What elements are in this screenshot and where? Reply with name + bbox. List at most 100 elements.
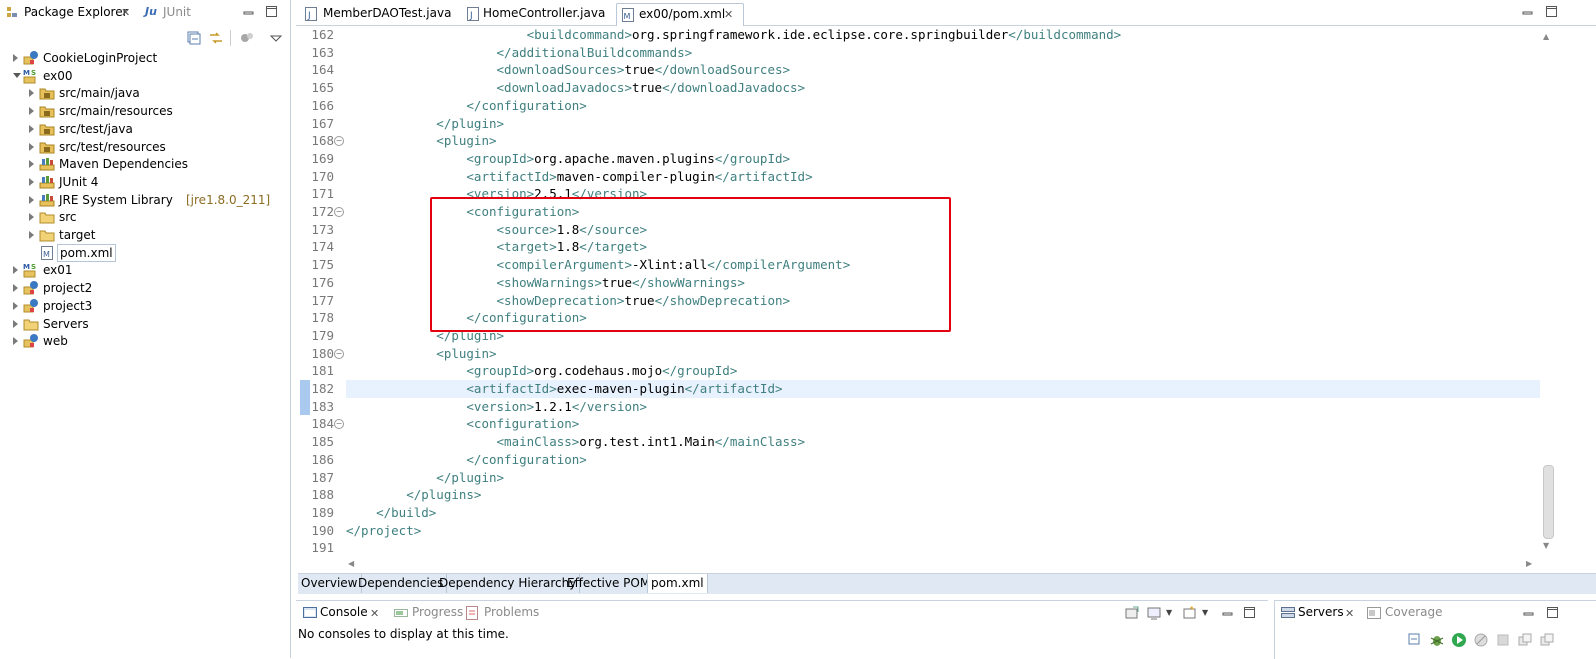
collapse-all-icon[interactable] bbox=[1407, 632, 1423, 648]
tree-item[interactable]: Mpom.xml bbox=[26, 243, 296, 262]
scroll-down-icon[interactable]: ▼ bbox=[1543, 541, 1549, 550]
tab-pom-xml[interactable]: pom.xml bbox=[647, 574, 708, 593]
collapsed-arrow-icon[interactable] bbox=[13, 301, 18, 310]
code-line[interactable]: <plugin> bbox=[346, 132, 496, 150]
tree-item[interactable]: src/main/java bbox=[26, 84, 296, 102]
tab-close-icon[interactable]: ✕ bbox=[724, 4, 733, 25]
tree-item[interactable]: Maven Dependencies bbox=[26, 155, 296, 173]
tab-package-explorer[interactable]: Package Explorer bbox=[24, 5, 128, 19]
profile-server-icon[interactable] bbox=[1473, 632, 1489, 648]
code-line[interactable]: <groupId>org.codehaus.mojo</groupId> bbox=[346, 362, 737, 380]
fold-toggle-icon[interactable]: − bbox=[334, 207, 344, 217]
tree-item[interactable]: Servers bbox=[10, 315, 280, 333]
tab-console[interactable]: Console bbox=[320, 605, 368, 619]
code-line[interactable]: </plugin> bbox=[346, 469, 504, 487]
dropdown-arrow-icon[interactable]: ▼ bbox=[1166, 608, 1172, 617]
minimize-icon[interactable] bbox=[1222, 609, 1233, 620]
collapsed-arrow-icon[interactable] bbox=[29, 142, 34, 151]
tree-item[interactable]: project3 bbox=[10, 297, 280, 315]
scroll-left-icon[interactable]: ◀ bbox=[348, 559, 354, 568]
collapsed-arrow-icon[interactable] bbox=[13, 266, 18, 275]
debug-server-icon[interactable] bbox=[1429, 632, 1445, 648]
tree-item[interactable]: CookieLoginProject bbox=[10, 49, 280, 67]
dropdown-arrow-icon[interactable]: ▼ bbox=[1202, 608, 1208, 617]
tree-item[interactable]: src/test/java bbox=[26, 120, 296, 138]
maximize-icon[interactable] bbox=[266, 6, 277, 17]
code-line[interactable]: <buildcommand>org.springframework.ide.ec… bbox=[346, 26, 1122, 44]
display-console-icon[interactable] bbox=[1146, 605, 1162, 621]
code-line[interactable]: </plugin> bbox=[346, 115, 504, 133]
code-line[interactable]: </project> bbox=[346, 522, 421, 540]
fold-toggle-icon[interactable]: − bbox=[334, 348, 344, 359]
vertical-scrollbar-thumb[interactable] bbox=[1543, 465, 1554, 539]
publish-icon[interactable] bbox=[1517, 632, 1533, 648]
minimize-icon[interactable] bbox=[243, 8, 254, 19]
tab-dependencies[interactable]: Dependencies bbox=[355, 574, 448, 593]
code-line[interactable]: <artifactId>maven-compiler-plugin</artif… bbox=[346, 168, 812, 186]
tree-item[interactable]: web bbox=[10, 332, 280, 350]
code-line[interactable]: <configuration> bbox=[346, 415, 579, 433]
code-line[interactable]: </configuration> bbox=[346, 97, 586, 115]
code-line[interactable]: </configuration> bbox=[346, 451, 586, 469]
code-line[interactable]: </build> bbox=[346, 504, 436, 522]
tab-coverage[interactable]: Coverage bbox=[1385, 605, 1443, 619]
code-line[interactable]: <groupId>org.apache.maven.plugins</group… bbox=[346, 150, 790, 168]
tab-close-icon[interactable]: ✕ bbox=[370, 607, 379, 620]
tab-servers[interactable]: Servers bbox=[1298, 605, 1344, 619]
collapsed-arrow-icon[interactable] bbox=[29, 160, 34, 169]
collapse-all-icon[interactable] bbox=[186, 30, 202, 46]
code-line[interactable]: </plugins> bbox=[346, 486, 481, 504]
code-line[interactable]: <downloadSources>true</downloadSources> bbox=[346, 61, 791, 79]
pin-console-icon[interactable] bbox=[1124, 605, 1140, 621]
collapsed-arrow-icon[interactable] bbox=[29, 231, 34, 239]
tree-item[interactable]: JUnit 4 bbox=[26, 173, 296, 191]
code-line[interactable]: <plugin> bbox=[346, 345, 496, 363]
collapsed-arrow-icon[interactable] bbox=[29, 195, 34, 204]
horizontal-scrollbar[interactable]: ◀ ▶ bbox=[346, 559, 1540, 571]
tab-junit[interactable]: JUnit bbox=[163, 5, 191, 19]
open-console-icon[interactable] bbox=[1182, 605, 1198, 621]
tree-item[interactable]: project2 bbox=[10, 279, 280, 297]
tree-item[interactable]: target bbox=[26, 226, 296, 244]
expanded-arrow-icon[interactable] bbox=[13, 72, 21, 78]
editor-tab-pom[interactable]: M ex00/pom.xml ✕ bbox=[616, 3, 744, 26]
code-line[interactable]: </additionalBuildcommands> bbox=[346, 44, 693, 62]
code-line[interactable]: <mainClass>org.test.int1.Main</mainClass… bbox=[346, 433, 806, 451]
filters-icon[interactable] bbox=[239, 30, 255, 46]
minimize-icon[interactable] bbox=[1522, 8, 1533, 19]
maximize-icon[interactable] bbox=[1546, 6, 1557, 17]
stop-server-icon[interactable] bbox=[1495, 632, 1511, 648]
code-line[interactable]: <artifactId>exec-maven-plugin</artifactI… bbox=[346, 380, 782, 398]
editor-tab-memberdaotest[interactable]: J MemberDAOTest.java bbox=[300, 3, 460, 25]
code-line[interactable]: <downloadJavadocs>true</downloadJavadocs… bbox=[346, 79, 806, 97]
tab-close-icon[interactable]: ✕ bbox=[1345, 607, 1354, 620]
editor-tab-homecontroller[interactable]: J HomeController.java bbox=[462, 3, 614, 25]
collapsed-arrow-icon[interactable] bbox=[29, 213, 34, 222]
tab-overview[interactable]: Overview bbox=[298, 574, 362, 593]
view-menu-icon[interactable] bbox=[268, 30, 284, 46]
tab-close-icon[interactable]: ✕ bbox=[121, 6, 130, 19]
scroll-right-icon[interactable]: ▶ bbox=[1526, 559, 1532, 568]
clean-icon[interactable] bbox=[1539, 632, 1555, 648]
tab-progress[interactable]: Progress bbox=[412, 605, 463, 619]
tab-problems[interactable]: Problems bbox=[484, 605, 539, 619]
collapsed-arrow-icon[interactable] bbox=[29, 89, 34, 98]
link-with-editor-icon[interactable] bbox=[208, 30, 224, 46]
collapsed-arrow-icon[interactable] bbox=[13, 54, 18, 62]
tab-effective-pom[interactable]: Effective POM bbox=[564, 574, 655, 593]
tab-dependency-hierarchy[interactable]: Dependency Hierarchy bbox=[436, 574, 581, 593]
minimize-icon[interactable] bbox=[1523, 609, 1534, 620]
maximize-icon[interactable] bbox=[1547, 607, 1558, 618]
tree-item[interactable]: M Sex01 bbox=[10, 261, 280, 279]
collapsed-arrow-icon[interactable] bbox=[13, 319, 18, 328]
tree-item[interactable]: src/test/resources bbox=[26, 138, 296, 156]
collapsed-arrow-icon[interactable] bbox=[29, 107, 34, 116]
collapsed-arrow-icon[interactable] bbox=[13, 284, 18, 293]
start-server-icon[interactable] bbox=[1451, 632, 1467, 648]
maximize-icon[interactable] bbox=[1244, 607, 1255, 618]
collapsed-arrow-icon[interactable] bbox=[13, 337, 18, 346]
code-line[interactable]: <version>1.2.1</version> bbox=[346, 398, 647, 416]
tree-item[interactable]: src bbox=[26, 208, 296, 226]
collapsed-arrow-icon[interactable] bbox=[29, 124, 34, 133]
tree-item[interactable]: JRE System Library [jre1.8.0_211] bbox=[26, 191, 296, 209]
